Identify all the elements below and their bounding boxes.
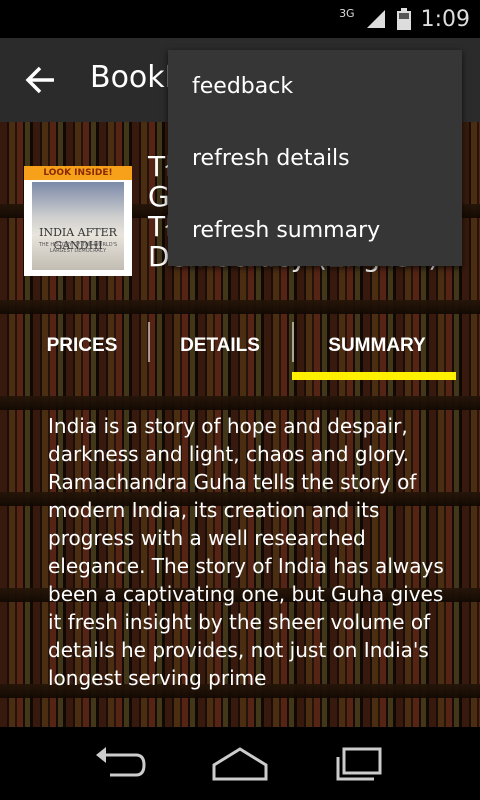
overflow-menu: feedback refresh details refresh summary	[168, 50, 462, 266]
tab-details[interactable]: DETAILS	[160, 316, 280, 376]
navigation-bar	[0, 727, 480, 800]
signal-icon	[365, 8, 387, 30]
network-type: 3G	[339, 6, 355, 20]
clock: 1:09	[420, 6, 470, 32]
tab-divider	[148, 322, 150, 362]
tab-summary[interactable]: SUMMARY	[296, 316, 458, 376]
tab-divider	[292, 322, 294, 362]
menu-item-refresh-details[interactable]: refresh details	[168, 122, 462, 194]
cover-subtitle: THE HISTORY OF THE WORLD'S LARGEST DEMOC…	[38, 242, 118, 254]
tab-bar: PRICES DETAILS SUMMARY	[0, 316, 480, 386]
look-inside-banner: LOOK INSIDE!	[24, 166, 132, 180]
menu-item-feedback[interactable]: feedback	[168, 50, 462, 122]
book-cover[interactable]: LOOK INSIDE! INDIA AFTER GANDHI THE HIST…	[24, 166, 132, 276]
tab-prices[interactable]: PRICES	[30, 316, 134, 376]
menu-item-refresh-summary[interactable]: refresh summary	[168, 194, 462, 266]
battery-icon	[396, 8, 411, 30]
home-icon[interactable]	[210, 743, 270, 783]
arrow-back-icon[interactable]	[22, 64, 62, 96]
selected-tab-indicator	[292, 372, 456, 380]
status-bar: 3G 1:09	[0, 0, 480, 38]
recents-icon[interactable]	[330, 743, 390, 783]
summary-text: India is a story of hope and despair, da…	[48, 414, 444, 690]
back-nav-icon[interactable]	[90, 743, 150, 783]
